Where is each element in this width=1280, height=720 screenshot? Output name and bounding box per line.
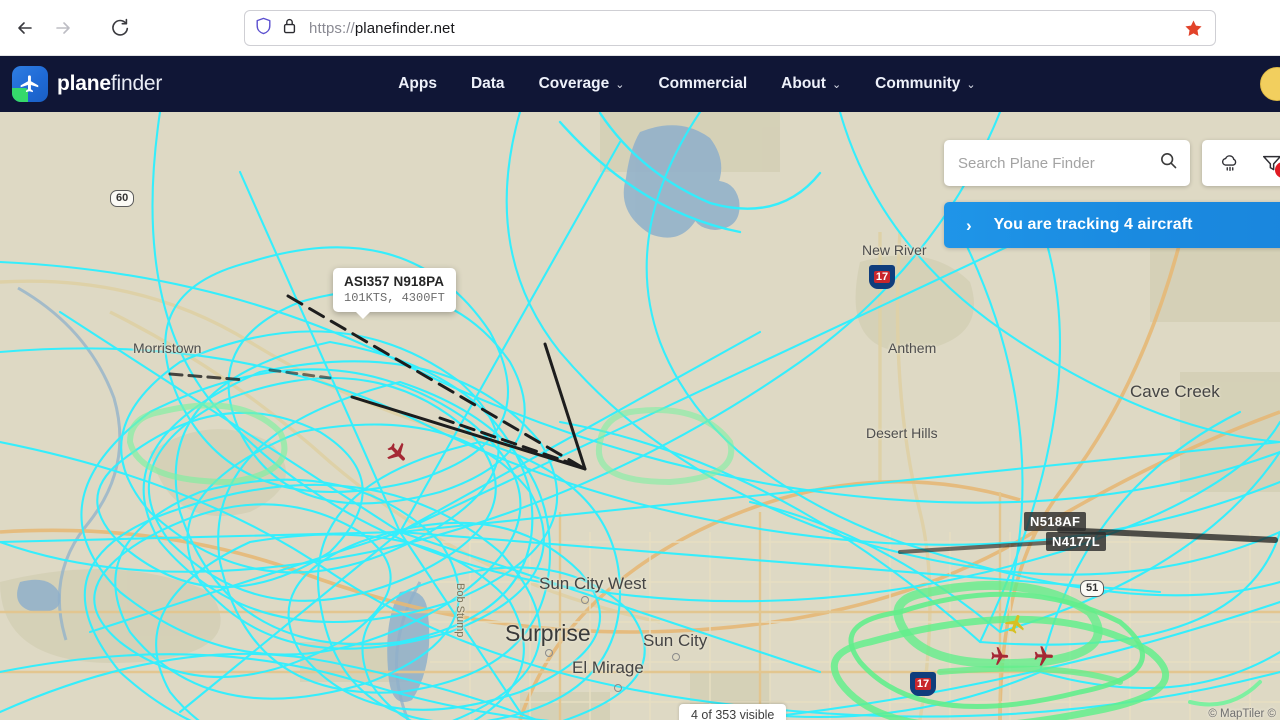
route-shield-state-51: 51 [1080,580,1105,597]
chevron-down-icon: ⌄ [831,78,842,91]
map-poi-dot [581,596,589,604]
search-icon[interactable] [1159,151,1178,175]
brand-name-bold: plane [57,72,111,95]
aircraft-callout[interactable]: ASI357 N918PA 101KTS, 4300FT [333,268,456,319]
brand-wordmark: planefinder [57,72,162,96]
map-poi-dot [614,684,622,692]
callout-subtitle: 101KTS, 4300FT [344,291,445,305]
route-shield-interstate-17: 17 [910,672,936,696]
nav-item-label: Commercial [658,75,748,92]
search-input[interactable] [958,154,1159,172]
tracking-banner-text: You are tracking 4 aircraft [993,216,1193,233]
nav-item-label: About [781,75,826,92]
callout-title: ASI357 N918PA [344,274,445,289]
map-poi-dot [672,653,680,661]
star-icon[interactable] [1179,14,1207,42]
avatar[interactable] [1260,67,1280,101]
nav-item-label: Apps [398,75,437,92]
url-text[interactable]: https://planefinder.net [309,20,1179,37]
rain-cloud-icon[interactable] [1218,151,1242,175]
chevron-right-icon[interactable]: › [966,217,972,234]
nav-item-about[interactable]: About ⌄ [781,75,841,93]
route-shield-number: 17 [914,678,932,690]
route-shield-us-60: 60 [110,190,135,207]
map-tools-panel: 1 [1202,140,1280,186]
map-attribution[interactable]: © MapTiler © [1208,708,1276,720]
nav-item-data[interactable]: Data [471,75,505,93]
url-scheme: https:// [309,19,355,37]
browser-nav-buttons [0,11,136,45]
reload-button[interactable] [102,11,136,45]
url-host: planefinder.net [354,19,455,37]
address-bar[interactable]: https://planefinder.net [244,10,1216,46]
airplane-logo-icon [12,66,48,102]
lock-icon[interactable] [282,17,297,40]
brand-name-light: finder [110,72,163,95]
filter-funnel-icon[interactable]: 1 [1260,151,1280,178]
map-poi-dot [545,649,553,657]
search-box[interactable] [944,140,1190,186]
shield-icon[interactable] [255,17,272,40]
site-navbar: planefinder Apps Data Coverage ⌄ Commerc… [0,56,1280,112]
nav-item-label: Data [470,75,505,92]
aircraft-label-n518af[interactable]: N518AF [1024,512,1087,531]
route-shield-interstate-17: 17 [869,265,895,289]
visible-count-pill: 4 of 353 visible [679,704,787,720]
nav-links: Apps Data Coverage ⌄ Commercial About ⌄ … [398,75,975,93]
address-bar-icons [255,17,297,40]
route-shield-number: 17 [873,271,891,283]
aircraft-marker-unlabeled[interactable] [983,645,1011,668]
nav-item-coverage[interactable]: Coverage ⌄ [539,75,625,93]
browser-toolbar: https://planefinder.net [0,0,1280,56]
aircraft-marker-n4177l[interactable] [1026,644,1056,669]
tracking-banner[interactable]: › You are tracking 4 aircraft [944,202,1280,248]
chevron-down-icon: ⌄ [966,78,976,91]
map-canvas[interactable]: New River Anthem Cave Creek Desert Hills… [0,112,1280,720]
filter-badge: 1 [1275,162,1280,178]
nav-item-apps[interactable]: Apps [398,75,437,93]
nav-item-community[interactable]: Community ⌄ [875,75,975,93]
forward-button[interactable] [46,11,80,45]
nav-item-label: Coverage [538,75,610,92]
back-button[interactable] [8,11,42,45]
nav-item-label: Community [875,75,961,92]
brand-logo[interactable]: planefinder [0,66,162,102]
nav-item-commercial[interactable]: Commercial [658,75,747,93]
aircraft-label-n4177l[interactable]: N4177L [1046,532,1107,551]
chevron-down-icon: ⌄ [615,78,625,91]
